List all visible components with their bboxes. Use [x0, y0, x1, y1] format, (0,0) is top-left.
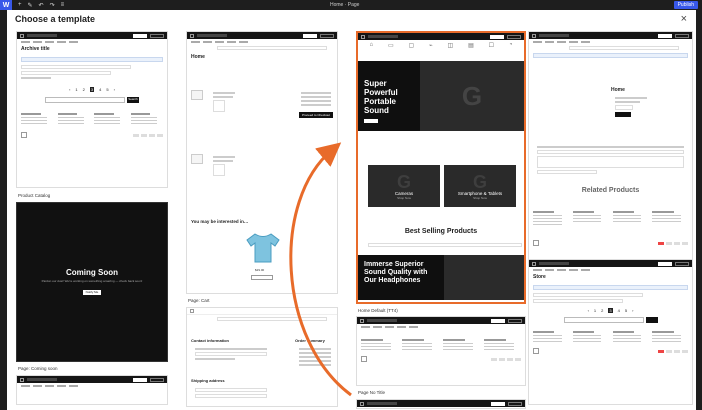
- template-card-store[interactable]: Store ‹ 1 2 3 4 5 ›: [528, 259, 693, 405]
- add-block-icon[interactable]: +: [18, 2, 22, 8]
- cart-product-image-2: [191, 154, 203, 164]
- wp-admin-bar: W + ✎ ↶ ↷ ≡ Home · Page Publish: [0, 0, 702, 10]
- template-card-home-selected[interactable]: ⌂ ▭ ▢ ⌁ ◫ ▤ ☐ ◔ Super Powerful Portable Sound G…: [356, 31, 526, 304]
- document-title[interactable]: Home · Page: [330, 2, 359, 8]
- wordpress-logo-icon[interactable]: W: [0, 0, 12, 10]
- checkout-button[interactable]: Proceed to Checkout: [299, 112, 333, 118]
- tshirt-image: [246, 233, 280, 263]
- template-label-archive: Product Catalog: [18, 193, 51, 198]
- template-card-archive[interactable]: Archive title ‹ 1 2 3 4 5 › Search: [16, 31, 168, 188]
- category-cameras: G Cameras Shop Now: [368, 165, 440, 207]
- template-card-page-no-title[interactable]: [356, 316, 526, 386]
- preview-heading: Archive title: [21, 46, 50, 52]
- cart-totals: Proceed to Checkout: [297, 90, 335, 118]
- best-selling-heading: Best Selling Products: [404, 228, 478, 235]
- template-card-coming-soon[interactable]: Coming Soon Pardon our dust! We're worki…: [16, 202, 168, 362]
- publish-button[interactable]: Publish: [673, 1, 698, 9]
- close-icon[interactable]: ×: [681, 13, 687, 25]
- template-label-cart: Page: Cart: [188, 298, 210, 303]
- preview-footer: [17, 111, 167, 128]
- template-modal: Choose a template × Archive title ‹ 1 2 3 4 5…: [7, 10, 696, 410]
- template-card-next-col3[interactable]: [356, 399, 526, 409]
- template-label-coming-soon: Page: Coming soon: [18, 366, 58, 371]
- home-hero: Super Powerful Portable Sound G: [358, 61, 524, 131]
- modal-title: Choose a template: [15, 14, 96, 24]
- pagination: ‹ 1 2 3 4 5 ›: [69, 87, 115, 92]
- related-products-heading: Related Products: [581, 187, 640, 194]
- template-card-next-col1[interactable]: [16, 375, 168, 405]
- template-card-single-product[interactable]: Home Related Products: [528, 31, 693, 279]
- list-view-icon[interactable]: ≡: [61, 2, 65, 8]
- redo-icon[interactable]: ↷: [50, 2, 55, 9]
- preview-header: [17, 32, 167, 39]
- home-hero-2: Immerse Superior Sound Quality with Our …: [358, 255, 524, 300]
- coming-soon-heading: Coming Soon: [66, 268, 118, 277]
- cart-heading: Home: [191, 54, 205, 60]
- edit-tools-icon[interactable]: ✎: [28, 2, 33, 9]
- category-smartphones: G Smartphone & Tablets Shop Now: [444, 165, 516, 207]
- undo-icon[interactable]: ↶: [39, 2, 44, 9]
- template-card-cart[interactable]: Home Proceed to Checkout You may be inte…: [186, 31, 338, 294]
- template-label-home: Home Default (TT4): [358, 308, 398, 313]
- home-icon-nav: ⌂ ▭ ▢ ⌁ ◫ ▤ ☐ ◔: [369, 42, 513, 49]
- cart-product-image: [191, 90, 203, 100]
- placeholder-g-icon: G: [420, 61, 524, 131]
- template-label-page-no-title: Page No Title: [358, 390, 386, 395]
- template-card-checkout[interactable]: Contact information Shipping address Ord…: [186, 307, 338, 407]
